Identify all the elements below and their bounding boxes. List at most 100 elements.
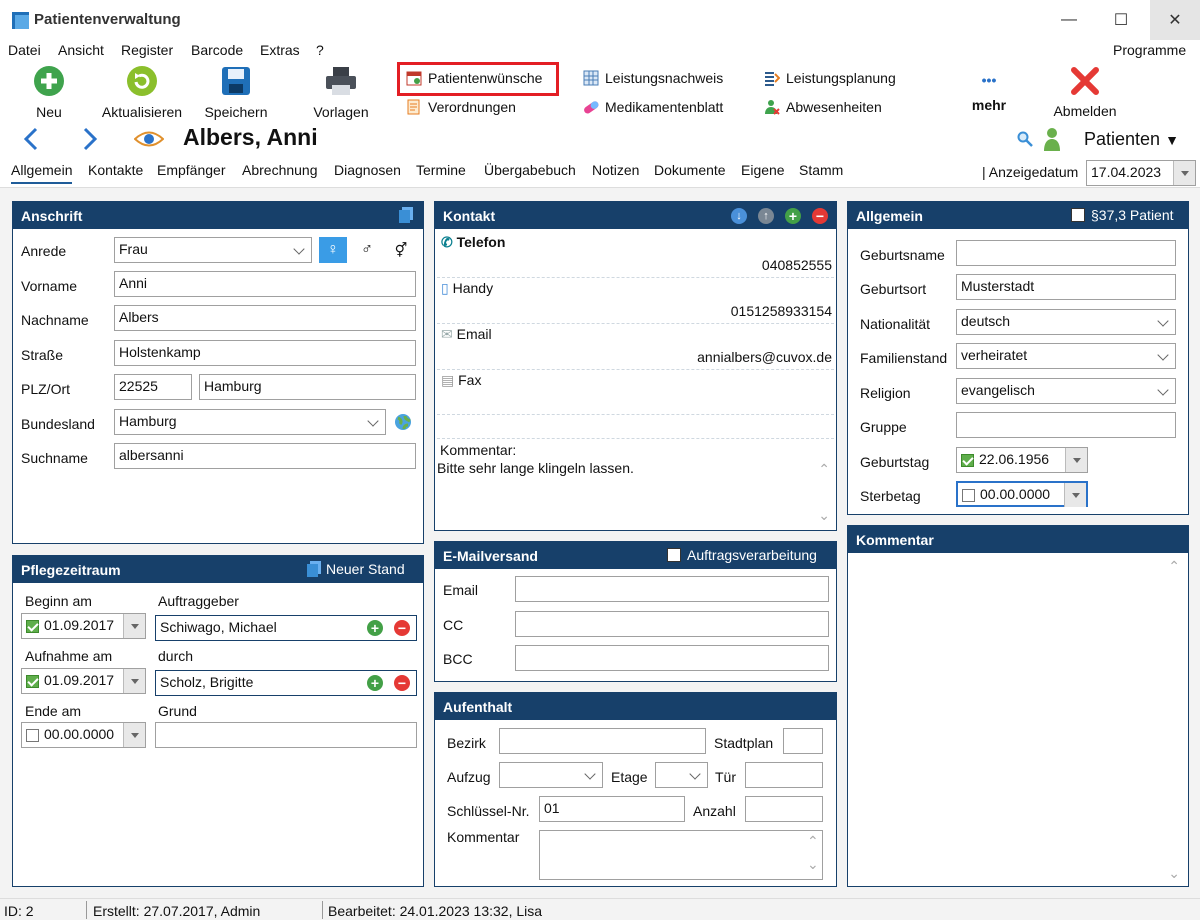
patientenwuensche-button[interactable]: Patientenwünsche <box>406 70 542 86</box>
leistungsplanung-button[interactable]: Leistungsplanung <box>764 70 896 86</box>
neu-button[interactable]: Neu <box>4 65 94 120</box>
scroll-up-icon[interactable]: ⌃ <box>818 461 830 478</box>
search-icon[interactable] <box>1017 131 1033 147</box>
etage-select[interactable] <box>655 762 708 788</box>
menu-programme[interactable]: Programme <box>1113 42 1186 58</box>
eye-icon[interactable] <box>134 130 164 148</box>
checkbox-unchecked[interactable] <box>26 729 39 742</box>
tab-uebergabebuch[interactable]: Übergabebuch <box>484 162 576 178</box>
add-icon[interactable]: + <box>785 208 801 224</box>
vorname-field[interactable]: Anni <box>114 271 416 297</box>
paragraph-checkbox[interactable] <box>1071 208 1085 222</box>
email-item[interactable]: ✉ Email <box>441 326 492 343</box>
geburtsname-field[interactable] <box>956 240 1176 266</box>
suchname-field[interactable]: albersanni <box>114 443 416 469</box>
remove-icon[interactable]: − <box>812 208 828 224</box>
female-icon[interactable]: ♀ <box>319 237 347 263</box>
scroll-down-icon[interactable]: ⌄ <box>818 507 830 524</box>
menu-datei[interactable]: Datei <box>8 42 41 58</box>
aktualisieren-button[interactable]: Aktualisieren <box>97 65 187 120</box>
gruppe-field[interactable] <box>956 412 1176 438</box>
nachname-field[interactable]: Albers <box>114 305 416 331</box>
cc-field[interactable] <box>515 611 829 637</box>
plz-field[interactable]: 22525 <box>114 374 192 400</box>
verordnungen-button[interactable]: Verordnungen <box>406 99 516 115</box>
vorlagen-button[interactable]: Vorlagen <box>296 65 386 120</box>
nationalitaet-select[interactable]: deutsch <box>956 309 1176 335</box>
neuer-stand-button[interactable]: Neuer Stand <box>307 561 405 577</box>
remove-icon[interactable]: − <box>394 620 410 636</box>
maximize-button[interactable]: ☐ <box>1098 0 1144 40</box>
mehr-button[interactable]: mehr <box>967 97 1011 113</box>
tab-stamm[interactable]: Stamm <box>799 162 843 178</box>
dropdown-arrow-icon[interactable] <box>1064 483 1086 507</box>
tab-empfaenger[interactable]: Empfänger <box>157 162 225 178</box>
add-icon[interactable]: + <box>367 675 383 691</box>
back-arrow-icon[interactable] <box>23 127 39 151</box>
familienstand-select[interactable]: verheiratet <box>956 343 1176 369</box>
menu-extras[interactable]: Extras <box>260 42 300 58</box>
scroll-up-icon[interactable]: ⌃ <box>807 833 819 850</box>
dropdown-arrow-icon[interactable] <box>123 723 145 747</box>
dropdown-arrow-icon[interactable] <box>123 669 145 693</box>
medikamentenblatt-button[interactable]: Medikamentenblatt <box>583 99 723 115</box>
schluessel-field[interactable]: 01 <box>539 796 685 822</box>
add-icon[interactable]: + <box>367 620 383 636</box>
tab-eigene[interactable]: Eigene <box>741 162 785 178</box>
person-icon[interactable] <box>1043 127 1061 151</box>
kommentar-textarea[interactable] <box>852 555 1184 882</box>
fax-item[interactable]: ▤ Fax <box>441 372 481 389</box>
email-field[interactable] <box>515 576 829 602</box>
menu-ansicht[interactable]: Ansicht <box>58 42 104 58</box>
abwesenheiten-button[interactable]: Abwesenheiten <box>764 99 882 115</box>
anzahl-field[interactable] <box>745 796 823 822</box>
more-dots-icon[interactable]: ••• <box>967 72 1011 88</box>
remove-icon[interactable]: − <box>394 675 410 691</box>
anzeigedatum-field[interactable]: 17.04.2023 <box>1086 160 1196 186</box>
aufzug-select[interactable] <box>499 762 603 788</box>
auftrag-checkbox[interactable] <box>667 548 681 562</box>
ort-field[interactable]: Hamburg <box>199 374 416 400</box>
tab-abrechnung[interactable]: Abrechnung <box>242 162 318 178</box>
handy-item[interactable]: ▯ Handy <box>441 280 493 297</box>
telefon-item[interactable]: ✆ Telefon <box>441 234 505 251</box>
move-up-icon[interactable]: ↑ <box>758 208 774 224</box>
diverse-icon[interactable]: ⚥ <box>390 237 412 263</box>
sterbetag-date[interactable]: 00.00.0000 <box>956 481 1088 507</box>
religion-select[interactable]: evangelisch <box>956 378 1176 404</box>
dropdown-arrow-icon[interactable] <box>1173 161 1195 185</box>
stadtplan-field[interactable] <box>783 728 823 754</box>
aufenthalt-kommentar-field[interactable] <box>539 830 823 880</box>
aufnahme-date[interactable]: 01.09.2017 <box>21 668 146 694</box>
dropdown-arrow-icon[interactable] <box>1065 448 1087 472</box>
strasse-field[interactable]: Holstenkamp <box>114 340 416 366</box>
abmelden-button[interactable]: Abmelden <box>1040 66 1130 119</box>
menu-barcode[interactable]: Barcode <box>191 42 243 58</box>
speichern-button[interactable]: Speichern <box>191 65 281 120</box>
tab-dokumente[interactable]: Dokumente <box>654 162 726 178</box>
bezirk-field[interactable] <box>499 728 706 754</box>
scroll-down-icon[interactable]: ⌄ <box>1168 865 1180 882</box>
checkbox-checked[interactable] <box>961 454 974 467</box>
patienten-dropdown[interactable]: Patienten ▼ <box>1084 129 1179 150</box>
close-button[interactable]: ✕ <box>1150 0 1200 40</box>
tab-termine[interactable]: Termine <box>416 162 466 178</box>
leistungsnachweis-button[interactable]: Leistungsnachweis <box>583 70 723 86</box>
tab-notizen[interactable]: Notizen <box>592 162 639 178</box>
move-down-icon[interactable]: ↓ <box>731 208 747 224</box>
checkbox-checked[interactable] <box>26 675 39 688</box>
copy-icon[interactable] <box>399 207 413 223</box>
beginn-date[interactable]: 01.09.2017 <box>21 613 146 639</box>
checkbox-checked[interactable] <box>26 620 39 633</box>
bcc-field[interactable] <box>515 645 829 671</box>
male-icon[interactable]: ♂ <box>355 237 379 263</box>
bundesland-select[interactable]: Hamburg <box>114 409 386 435</box>
checkbox-unchecked[interactable] <box>962 489 975 502</box>
geburtstag-date[interactable]: 22.06.1956 <box>956 447 1088 473</box>
globe-icon[interactable] <box>394 413 412 431</box>
scroll-down-icon[interactable]: ⌄ <box>807 856 819 873</box>
menu-help[interactable]: ? <box>316 42 324 58</box>
tuer-field[interactable] <box>745 762 823 788</box>
forward-arrow-icon[interactable] <box>82 127 98 151</box>
kontakt-kommentar[interactable]: Bitte sehr lange klingeln lassen. <box>437 460 634 476</box>
